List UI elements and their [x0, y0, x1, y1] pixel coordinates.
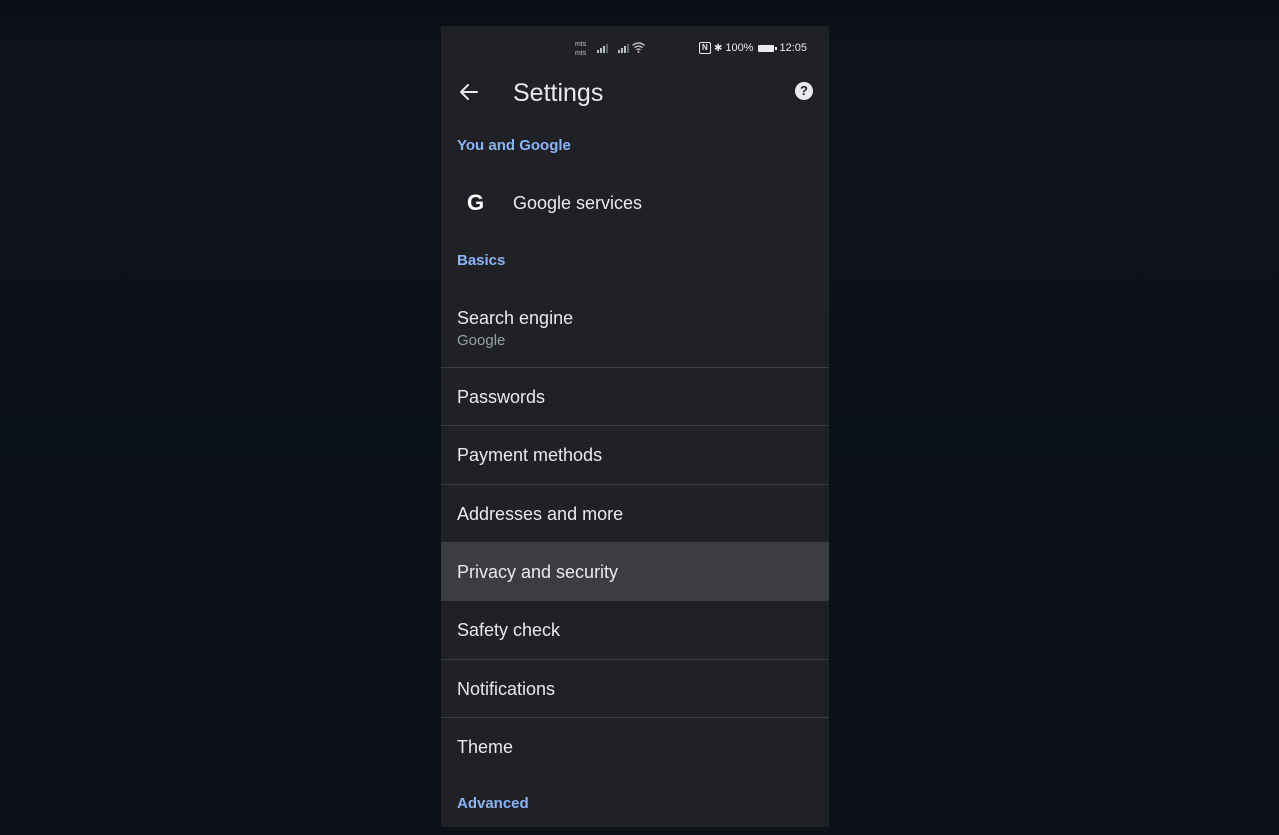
- settings-item-notifications[interactable]: Notifications: [441, 660, 829, 718]
- help-button[interactable]: ?: [793, 80, 815, 102]
- settings-item-label: Privacy and security: [457, 562, 619, 582]
- section-header-you-and-google: You and Google: [457, 137, 571, 154]
- google-g-icon: G: [467, 190, 485, 215]
- settings-item-value: Google: [457, 331, 506, 349]
- settings-item-label: Safety check: [457, 620, 561, 640]
- settings-item-google-services[interactable]: G Google services: [441, 174, 829, 232]
- status-bar: mts mts N ✱ 100% 12:05: [441, 26, 829, 72]
- phone-screen: mts mts N ✱ 100% 12:05 Settings ? You an…: [441, 26, 829, 827]
- section-header-basics: Basics: [457, 252, 506, 269]
- settings-item-label: Passwords: [457, 386, 546, 407]
- settings-item-label: Addresses and more: [457, 503, 624, 524]
- battery-percent: 100%: [725, 42, 754, 54]
- settings-item-label: Google services: [513, 193, 643, 213]
- settings-item-theme[interactable]: Theme: [441, 718, 829, 776]
- settings-item-addresses[interactable]: Addresses and more: [441, 485, 829, 543]
- arrow-left-icon: [460, 84, 478, 100]
- settings-item-privacy-and-security[interactable]: Privacy and security: [441, 543, 829, 601]
- settings-item-search-engine[interactable]: Search engine Google: [441, 290, 829, 368]
- settings-item-label: Notifications: [457, 678, 556, 699]
- settings-item-passwords[interactable]: Passwords: [441, 368, 829, 426]
- carrier-labels: mts mts: [575, 40, 586, 58]
- page-title: Settings: [513, 79, 604, 107]
- status-right-group: N ✱ 100% 12:05: [698, 42, 807, 54]
- settings-item-safety-check[interactable]: Safety check: [441, 601, 829, 660]
- back-button[interactable]: [455, 78, 483, 106]
- help-circle-icon: ?: [795, 82, 813, 100]
- carrier-1-label: mts: [575, 41, 587, 48]
- settings-toolbar: Settings ?: [441, 72, 829, 114]
- nfc-icon: N: [698, 42, 711, 54]
- battery-icon: [758, 44, 778, 52]
- status-time: 12:05: [779, 42, 807, 54]
- wifi-icon: [632, 42, 645, 53]
- carrier-2-label: mts: [575, 50, 587, 57]
- settings-item-label: Theme: [457, 737, 514, 757]
- section-header-advanced: Advanced: [457, 795, 529, 812]
- bluetooth-icon: ✱: [713, 42, 723, 54]
- signal-1-icon: [597, 44, 609, 53]
- settings-item-label: Search engine: [457, 307, 574, 328]
- settings-item-payment-methods[interactable]: Payment methods: [441, 426, 829, 485]
- signal-2-icon: [618, 44, 630, 53]
- settings-item-label: Payment methods: [457, 445, 603, 465]
